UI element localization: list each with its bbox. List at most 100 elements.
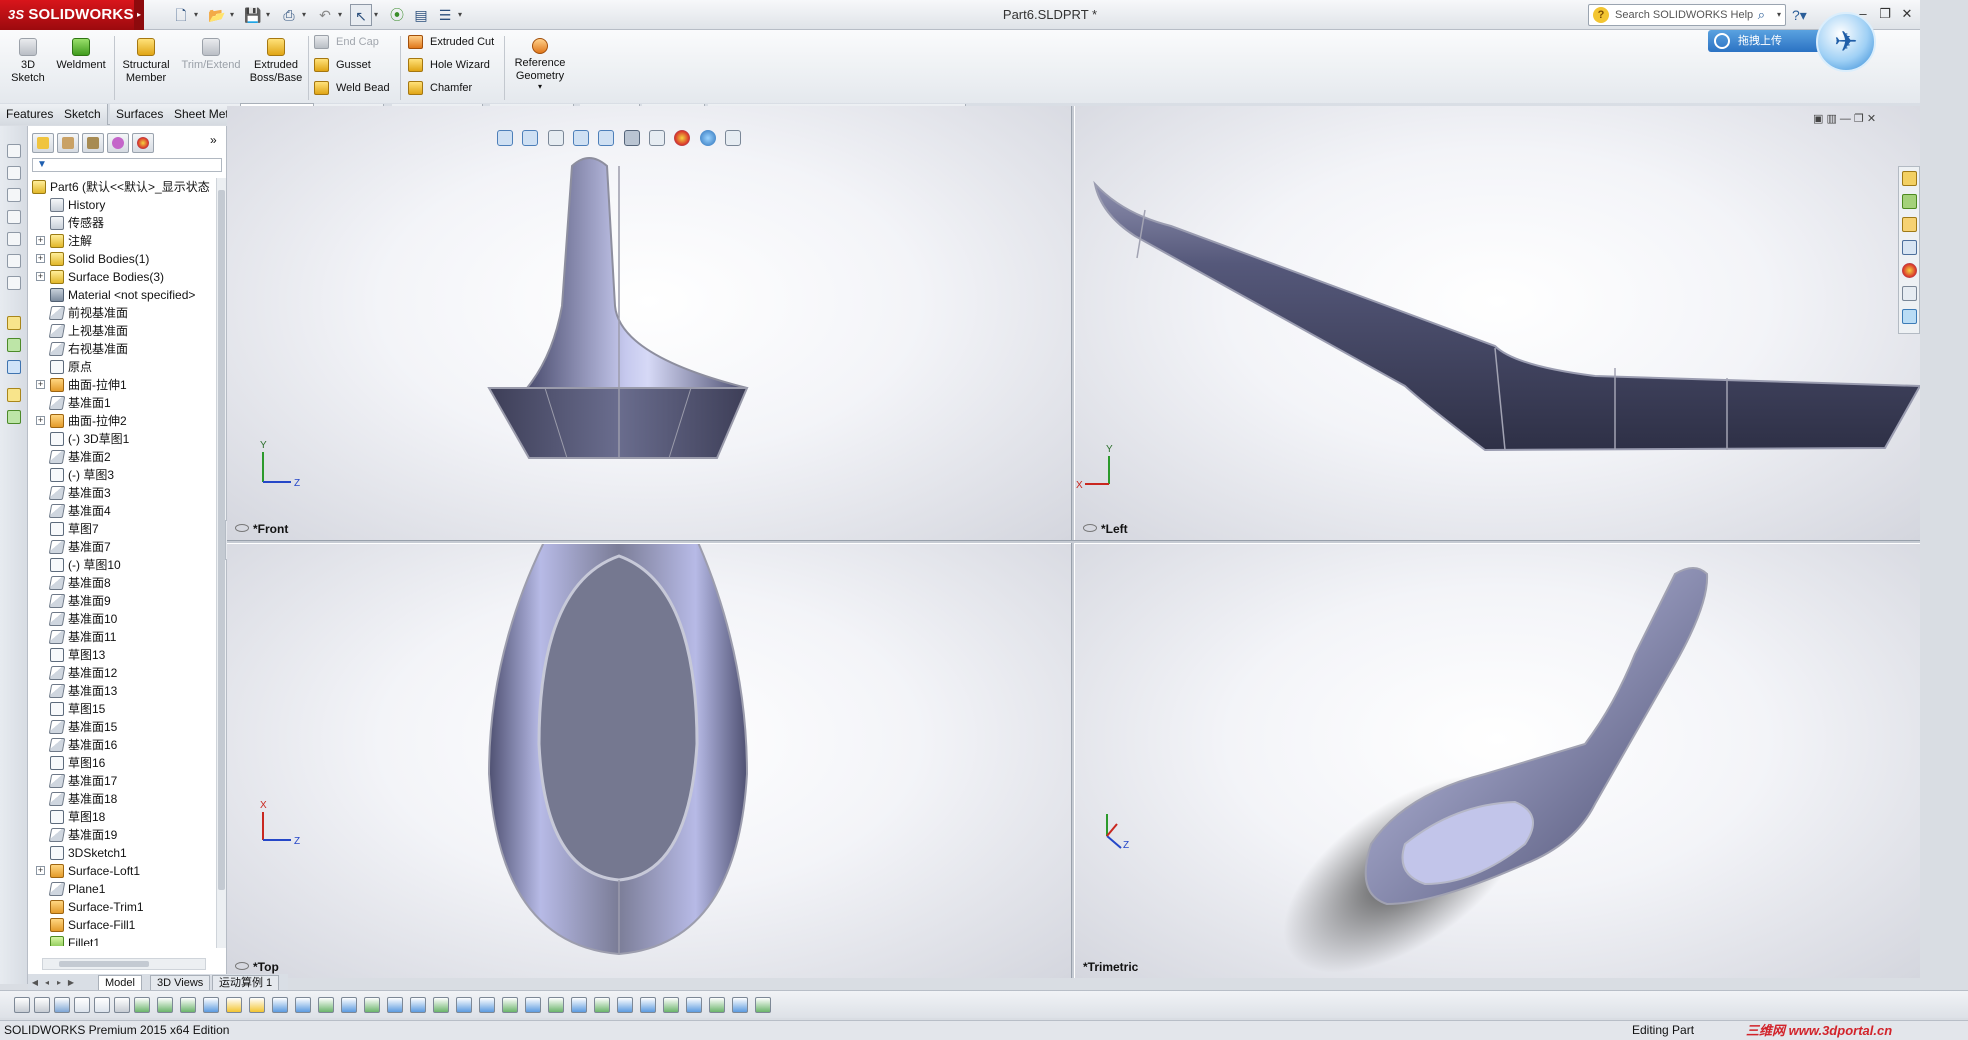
last-tab-arrow-icon[interactable]: ▶	[66, 977, 76, 989]
options-dropdown-icon[interactable]: ▾	[458, 4, 466, 26]
combine-icon[interactable]	[640, 997, 656, 1013]
tree-node[interactable]: Part6 (默认<<默认>_显示状态	[32, 178, 210, 196]
restore-icon[interactable]: ❐	[1876, 4, 1894, 24]
chamfer-button[interactable]: Chamfer	[406, 78, 472, 98]
select-edges-icon[interactable]	[54, 997, 70, 1013]
help-icon[interactable]: ?▾	[1792, 4, 1807, 26]
file-explorer-icon[interactable]	[1902, 217, 1917, 232]
tree-node[interactable]: 3DSketch1	[50, 844, 127, 862]
new-document-icon[interactable]: 🗋	[170, 4, 192, 26]
deform-icon[interactable]	[548, 997, 564, 1013]
options-icon[interactable]: ☰	[434, 4, 456, 26]
end-cap-button[interactable]: End Cap	[312, 32, 379, 52]
flex-icon[interactable]	[525, 997, 541, 1013]
appearances-scenes-icon[interactable]	[1902, 263, 1917, 278]
tree-node[interactable]: Material <not specified>	[50, 286, 195, 304]
gusset-button[interactable]: Gusset	[312, 55, 371, 75]
select-arrow-icon[interactable]	[74, 997, 90, 1013]
viewport-left[interactable]: Y X ▣ ▥ — ❐ ✕ *Left	[1075, 106, 1920, 540]
sketch-tool-icon[interactable]	[7, 144, 21, 158]
undo-icon[interactable]: ↶	[314, 4, 336, 26]
tree-node[interactable]: 基准面11	[48, 628, 116, 646]
tab-model[interactable]: Model	[98, 975, 142, 991]
arc-tool-icon[interactable]	[7, 232, 21, 246]
tree-node[interactable]: 基准面2	[48, 448, 111, 466]
file-properties-icon[interactable]: ▤	[410, 4, 432, 26]
tree-node[interactable]: + Solid Bodies(1)	[36, 250, 149, 268]
selection-dropdown-icon[interactable]	[94, 997, 110, 1013]
tree-node[interactable]: 基准面19	[48, 826, 117, 844]
tree-node[interactable]: 基准面9	[48, 592, 111, 610]
tree-node[interactable]: Plane1	[48, 880, 105, 898]
open-folder-icon[interactable]: 📂	[206, 4, 228, 26]
spline-icon[interactable]	[157, 997, 173, 1013]
select-dropdown-icon[interactable]: ▾	[374, 4, 382, 26]
viewport-horizontal-divider[interactable]	[227, 540, 1920, 543]
quick-snaps-icon[interactable]	[7, 410, 21, 424]
tree-node[interactable]: 基准面12	[48, 664, 117, 682]
solidworks-resources-icon[interactable]	[1902, 171, 1917, 186]
configuration-manager-tab[interactable]	[82, 133, 104, 153]
tree-node[interactable]: 基准面1	[48, 394, 111, 412]
design-library-icon[interactable]	[1902, 194, 1917, 209]
reference-geometry-dropdown-icon[interactable]: ▾	[510, 83, 570, 91]
3d-sketch-icon[interactable]	[203, 997, 219, 1013]
tree-node[interactable]: 基准面10	[48, 610, 117, 628]
intersect-icon[interactable]	[594, 997, 610, 1013]
solidworks-logo[interactable]: 3S SOLIDWORKS	[0, 0, 134, 30]
rebuild-traffic-light-icon[interactable]: ⦿	[386, 4, 408, 26]
extruded-cut-button[interactable]: Extruded Cut	[406, 32, 494, 52]
tree-node[interactable]: 基准面16	[48, 736, 117, 754]
reference-geometry-button[interactable]: Reference Geometry ▾	[510, 34, 570, 100]
rectangle-tool-icon[interactable]	[7, 188, 21, 202]
tree-node[interactable]: 前视基准面	[48, 304, 128, 322]
tree-node[interactable]: 基准面13	[48, 682, 117, 700]
tree-node[interactable]: 基准面4	[48, 502, 111, 520]
plane-icon[interactable]	[180, 997, 196, 1013]
split-icon[interactable]	[617, 997, 633, 1013]
view-eye-icon[interactable]	[1083, 524, 1097, 532]
search-dropdown-icon[interactable]: ▾	[1777, 5, 1781, 25]
tree-node[interactable]: (-) 草图3	[50, 466, 114, 484]
logo-menu-arrow-icon[interactable]: ▸	[134, 0, 144, 30]
prev-tab-arrow-icon[interactable]: ◂	[42, 977, 52, 989]
tree-node[interactable]: Fillet1	[50, 934, 100, 946]
rib-icon[interactable]	[410, 997, 426, 1013]
3d-sketch-button[interactable]: 3D Sketch	[8, 34, 48, 100]
tree-node[interactable]: History	[50, 196, 105, 214]
viewport-front[interactable]: Y Z *Front	[227, 106, 1071, 540]
tab-motion-study[interactable]: 运动算例 1	[212, 975, 280, 991]
tab-sketch[interactable]: Sketch	[58, 104, 108, 125]
view-eye-icon[interactable]	[235, 524, 249, 532]
smart-dimension-icon[interactable]	[7, 316, 21, 330]
weld-bead-button[interactable]: Weld Bead	[312, 78, 390, 98]
save-dropdown-icon[interactable]: ▾	[266, 4, 274, 26]
tree-node[interactable]: 传感器	[50, 214, 104, 232]
indent-icon[interactable]	[571, 997, 587, 1013]
close-icon[interactable]: ✕	[1898, 4, 1916, 24]
tree-node[interactable]: (-) 草图10	[50, 556, 121, 574]
custom-properties-icon[interactable]	[1902, 286, 1917, 301]
next-tab-arrow-icon[interactable]: ▸	[54, 977, 64, 989]
tree-node[interactable]: 右视基准面	[48, 340, 128, 358]
line-icon[interactable]	[134, 997, 150, 1013]
tree-node[interactable]: 基准面17	[48, 772, 117, 790]
tree-vertical-scrollbar[interactable]	[216, 178, 226, 948]
scroll-thumb[interactable]	[218, 190, 225, 890]
trim-extend-button[interactable]: Trim/Extend	[178, 34, 244, 100]
move-copy-icon[interactable]	[663, 997, 679, 1013]
revolve-icon[interactable]	[295, 997, 311, 1013]
viewport-trimetric[interactable]: Z *Trimetric	[1075, 544, 1920, 978]
tree-node[interactable]: 草图7	[50, 520, 99, 538]
tree-node[interactable]: + 曲面-拉伸2	[36, 412, 127, 430]
dimxpert-manager-tab[interactable]	[107, 133, 129, 153]
fillet-icon[interactable]	[226, 997, 242, 1013]
expand-toggle-icon[interactable]: +	[36, 254, 45, 263]
forum-icon[interactable]	[1902, 309, 1917, 324]
chamfer-icon[interactable]	[249, 997, 265, 1013]
dome-icon[interactable]	[502, 997, 518, 1013]
mirror-icon[interactable]	[387, 997, 403, 1013]
print-icon[interactable]: ⎙	[278, 4, 300, 26]
upload-bird-icon[interactable]: ✈	[1816, 12, 1876, 72]
select-arrow-icon[interactable]: ↖	[350, 4, 372, 26]
